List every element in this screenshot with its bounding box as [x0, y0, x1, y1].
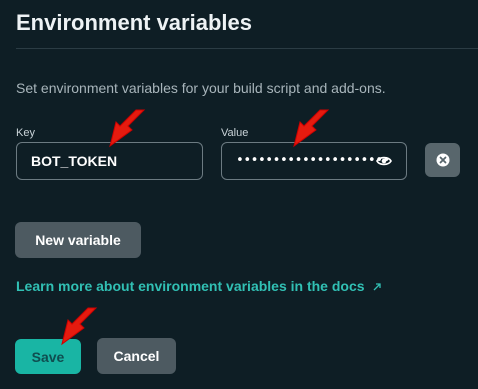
remove-variable-button[interactable] [425, 143, 460, 177]
external-link-icon [373, 283, 382, 291]
title-divider [16, 48, 478, 49]
docs-link-label: Learn more about environment variables i… [16, 278, 365, 294]
close-circle-icon [436, 153, 449, 167]
value-label: Value [221, 127, 249, 139]
section-description: Set environment variables for your build… [16, 80, 386, 96]
cancel-button[interactable]: Cancel [97, 338, 176, 374]
value-masked-text: ••••••••••••••••••••• [236, 153, 390, 168]
eye-icon[interactable] [376, 154, 392, 168]
new-variable-button[interactable]: New variable [15, 222, 141, 258]
key-input[interactable]: BOT_TOKEN [16, 142, 203, 180]
docs-link[interactable]: Learn more about environment variables i… [16, 278, 382, 294]
value-input[interactable]: ••••••••••••••••••••• [221, 142, 407, 180]
page-title: Environment variables [16, 10, 252, 35]
key-label: Key [16, 127, 35, 139]
save-button[interactable]: Save [15, 339, 81, 374]
